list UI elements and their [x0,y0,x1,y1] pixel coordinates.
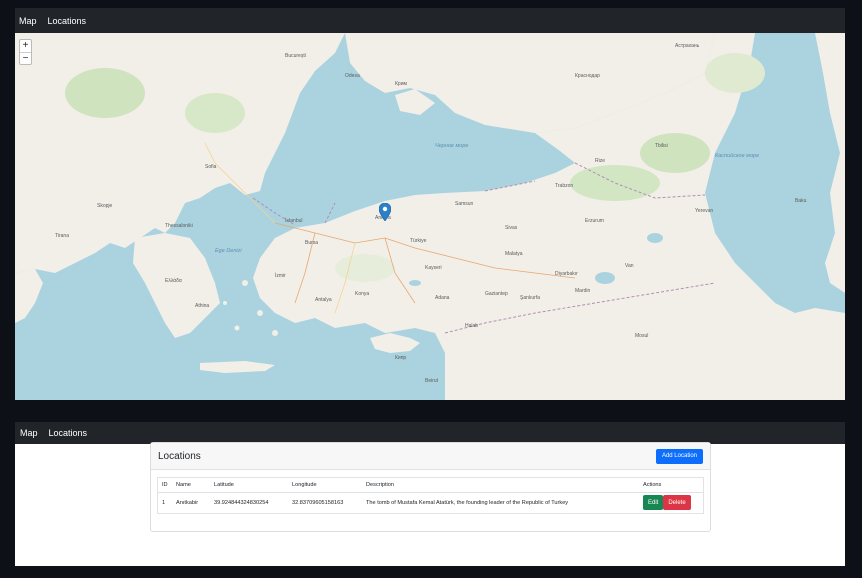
map-view[interactable]: Sofia Skopje Tirana Thessaloniki Athina … [15,33,845,400]
map-label: İstanbul [285,218,303,224]
map-label: Кипр [395,355,407,361]
table-header-row: ID Name Latitude Longitude Description A… [158,478,703,493]
map-label: Odesa [345,73,360,79]
map-label: Baku [795,198,807,204]
map-label: Астрахань [675,43,700,49]
edit-button[interactable]: Edit [643,495,664,511]
column-header-name: Name [172,478,210,493]
cell-name: Anıtkabir [176,499,199,506]
map-label: Rize [595,158,606,164]
map-label: Tbilisi [655,143,668,149]
map-label: Konya [355,291,370,297]
map-label: Mosul [635,333,649,339]
cell-longitude: 32.83709605158163 [292,499,344,506]
cell-latitude: 39.924844324830254 [214,499,269,506]
map-label: Beirut [425,378,439,384]
locations-table: ID Name Latitude Longitude Description A… [158,478,703,513]
map-label: Trabzon [555,183,574,189]
map-label: Крим [395,81,407,87]
map-label: Samsun [455,201,474,207]
card-header: Locations Add Location [151,443,710,470]
cell-id: 1 [162,499,166,506]
table-row: 1 Anıtkabir 39.924844324830254 32.837096… [158,492,703,513]
map-label: Gaziantep [485,291,508,297]
zoom-control: + − [19,39,32,65]
map-label: Skopje [97,203,113,209]
map-page-panel: Map Locations Sofia Skopje Tirana Thessa… [15,8,845,400]
map-label: Diyarbakır [555,271,578,277]
sea-label: Черное море [435,143,469,149]
column-header-description: Description [362,478,639,493]
map-label: Bursa [305,240,319,246]
map-label: Şanlıurfa [520,295,541,301]
map-tiles [15,33,845,400]
top-navbar: Map Locations [15,8,845,33]
locations-page-panel: Map Locations Locations Add Location ID … [15,422,845,566]
map-label: İzmir [275,273,286,279]
column-header-latitude: Latitude [210,478,288,493]
locations-table-wrapper: ID Name Latitude Longitude Description A… [157,477,704,514]
map-marker-icon[interactable] [379,203,391,221]
column-header-id: ID [158,478,172,493]
map-label: Mardin [575,288,591,294]
locations-card: Locations Add Location ID Name Latitude … [150,442,711,532]
map-label: Tirana [55,233,69,239]
zoom-in-button[interactable]: + [20,40,31,52]
delete-button[interactable]: Delete [663,495,691,511]
nav-locations-link[interactable]: Locations [48,16,87,26]
map-label: Ελλάδα [165,278,182,284]
column-header-actions: Actions [639,478,703,493]
map-label: Türkiye [410,238,427,244]
cell-description: The tomb of Mustafa Kemal Atatürk, the f… [366,499,569,506]
map-label: Antalya [315,297,332,303]
map-label: Malatya [505,251,523,257]
map-label: Kayseri [425,265,442,271]
map-label: București [285,53,306,59]
map-label: Athina [195,303,210,309]
nav-locations-link[interactable]: Locations [49,428,88,438]
bottom-navbar: Map Locations [15,422,845,444]
map-label: Краснодар [575,73,600,79]
map-label: Erzurum [585,218,604,224]
add-location-button[interactable]: Add Location [655,448,703,464]
column-header-longitude: Longitude [288,478,362,493]
map-label: Adana [435,295,450,301]
map-label: Sofia [205,164,217,170]
map-label: Halab [465,323,479,329]
map-label: Van [625,263,634,269]
nav-map-link[interactable]: Map [20,428,38,438]
nav-map-link[interactable]: Map [19,16,37,26]
zoom-out-button[interactable]: − [20,52,31,64]
sea-label: Ege Denizi [215,248,242,254]
cell-actions: Edit Delete [639,492,703,513]
map-label: Sivas [505,225,518,231]
map-label: Yerevan [695,208,714,214]
map-label: Thessaloniki [165,223,193,229]
sea-label: Каспийское море [715,153,760,159]
locations-title: Locations [158,450,201,462]
